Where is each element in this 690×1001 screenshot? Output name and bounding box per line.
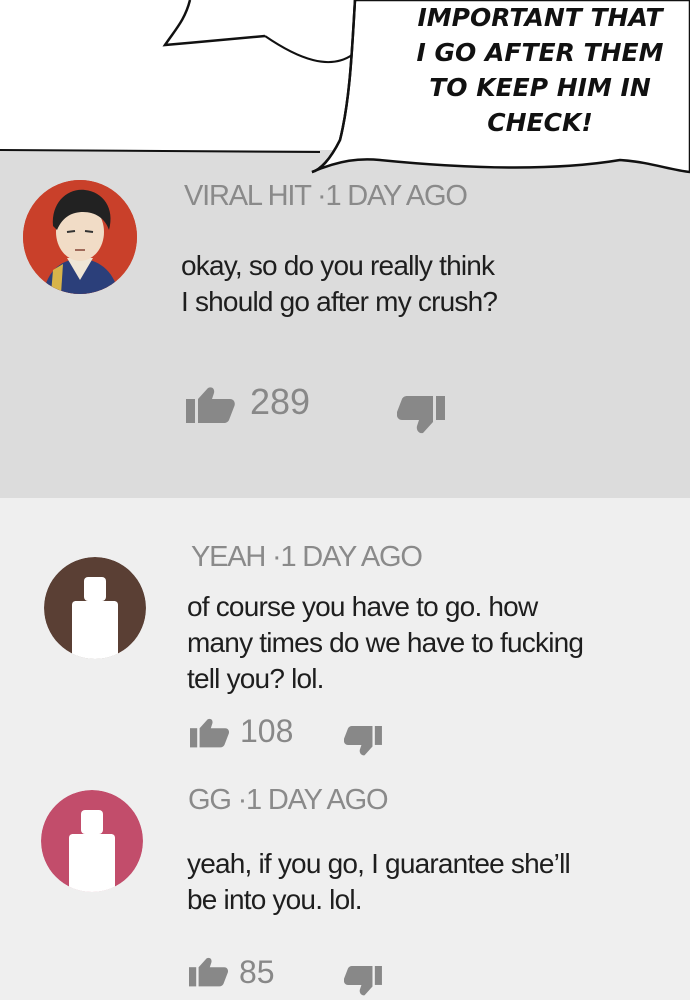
speech-bubble-text: IMPORTANT THAT I GO AFTER THEM TO KEEP H… [380,0,690,140]
meta-separator: · [230,784,248,816]
comment-line: many times do we have to fucking [187,627,584,658]
thumbs-up-icon[interactable] [190,718,230,753]
comment-text: yeah, if you go, I guarantee she’ll be i… [187,846,571,918]
like-count: 289 [250,381,311,422]
meta-separator: · [265,541,282,573]
speech-line: CHECK! [487,108,593,137]
comment-line: tell you? lol. [187,663,324,694]
comment-line: okay, so do you really think [181,250,495,281]
comment-text: okay, so do you really think I should go… [181,248,498,320]
speech-line: TO KEEP HIM IN [429,73,651,102]
thumbs-up-icon[interactable] [189,957,229,992]
like-count: 85 [239,954,275,990]
default-avatar-icon [44,557,146,659]
like-count: 108 [240,713,294,749]
avatar[interactable] [44,557,146,659]
meta-separator: · [310,180,327,212]
thumbs-up-icon[interactable] [186,387,236,428]
comment-time: 1 DAY AGO [246,784,388,816]
thumbs-down-icon[interactable] [396,396,445,439]
comment-author[interactable]: VIRAL HIT [184,180,311,212]
comment-author[interactable]: GG [188,784,232,816]
comment-line: I should go after my crush? [181,286,498,317]
comment-meta: VIRAL HIT ·1 DAY AGO [184,180,468,213]
speech-line: IMPORTANT THAT [417,3,663,32]
comment-line: be into you. lol. [187,884,363,915]
comment-meta: GG ·1 DAY AGO [188,784,389,817]
comment-text: of course you have to go. how many times… [187,589,584,697]
avatar[interactable] [23,180,137,294]
comment-line: yeah, if you go, I guarantee she’ll [187,848,571,879]
comment-author[interactable]: YEAH [191,541,266,573]
default-avatar-icon [41,790,143,892]
comment-line: of course you have to go. how [187,591,538,622]
thumbs-down-icon[interactable] [343,966,382,1001]
character-avatar-icon [23,180,137,294]
comment-time: 1 DAY AGO [280,541,423,573]
speech-line: I GO AFTER THEM [416,38,664,67]
avatar[interactable] [41,790,143,892]
comment-meta: YEAH ·1 DAY AGO [191,541,423,574]
thumbs-down-icon[interactable] [343,726,382,761]
comment-time: 1 DAY AGO [325,180,468,212]
